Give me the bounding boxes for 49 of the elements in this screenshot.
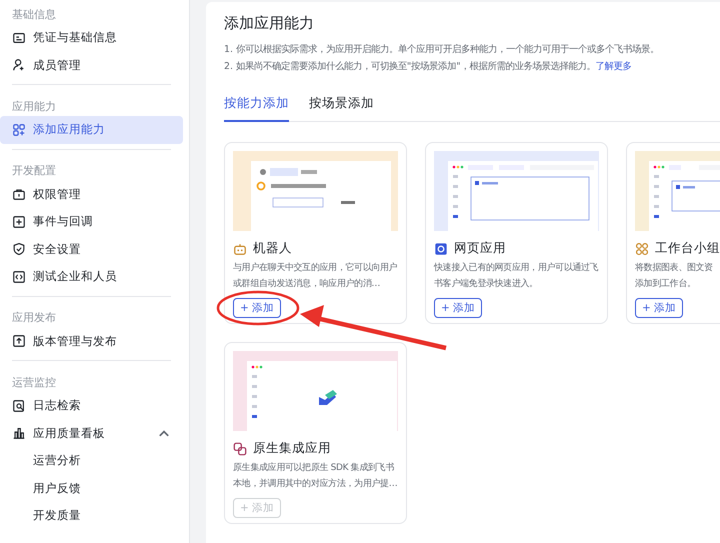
shield-check-icon [12,242,26,256]
sidebar-item[interactable]: 版本管理与发布 [0,328,183,355]
tab[interactable]: 按能力添加 [224,89,289,122]
code-icon [12,270,26,284]
sidebar-item[interactable]: 安全设置 [0,236,183,263]
section-title: 应用发布 [11,310,57,326]
sidebar-subitem[interactable]: 运营分析 [0,447,183,474]
sidebar-item[interactable]: 测试企业和人员 [0,263,183,290]
robot-icon [233,242,247,256]
card-description: 原生集成应用可以把原生 SDK 集成到飞书本地，并调用其中的对应方法，为用户提… [233,462,398,491]
tab[interactable]: 按场景添加 [309,89,374,122]
card-title: 工作台小组 [655,240,720,257]
card-title: 网页应用 [454,240,506,257]
four-circles-icon [635,242,649,256]
grid-plus-icon [12,122,26,137]
section-title: 开发配置 [11,163,57,179]
sidebar-subitem[interactable]: 开发质量 [0,502,183,530]
add-button[interactable]: + 添加 [434,298,482,318]
plus-square-icon [12,214,26,229]
sidebar-subitem[interactable]: 用户反馈 [0,474,183,502]
card-title: 原生集成应用 [253,440,331,457]
user-plus-icon [12,58,26,72]
note-text: 2. 如果尚不确定需要添加什么能力，可切换至"按场景添加"，根据所需的业务场景选择能力。了解更多 [224,60,633,74]
document-search-icon [12,398,26,413]
sidebar-item[interactable]: 权限管理 [0,180,183,208]
upload-icon [12,334,26,348]
sidebar-item[interactable]: 应用质量看板 [0,420,183,447]
card-description: 将数据图表、图文资添加到工作台。 [635,262,714,291]
add-button[interactable]: + 添加 [233,298,282,318]
sidebar-item[interactable]: 凭证与基础信息 [0,24,183,52]
bar-chart-icon [12,426,26,440]
overlapping-squares-icon [233,442,247,456]
web-icon [434,242,448,256]
add-button[interactable]: + 添加 [635,298,684,318]
lock-icon [12,187,26,202]
section-title: 基础信息 [11,6,57,22]
section-title: 运营监控 [11,374,57,390]
id-card-icon [12,30,26,45]
section-title: 应用能力 [11,98,57,114]
card-title: 机器人 [253,240,292,257]
card-description: 快速接入已有的网页应用，用户可以通过飞书客户端免登录快速进入。 [434,262,599,291]
sidebar-item[interactable]: 成员管理 [0,52,183,79]
sidebar-item[interactable]: 日志检索 [0,392,183,420]
card-description: 与用户在聊天中交互的应用，它可以向用户或群组自动发送消息，响应用户的消… [233,262,398,291]
sidebar-item[interactable]: 事件与回调 [0,208,183,236]
page-title: 添加应用能力 [224,14,315,33]
note-text: 1. 你可以根据实际需求，为应用开启能力。单个应用可开启多种能力，一个能力可用于一个或多个飞书场景。 [224,43,660,57]
learn-more-link[interactable]: 了解更多 [596,61,632,72]
sidebar-item[interactable]: 添加应用能力 [0,116,183,144]
